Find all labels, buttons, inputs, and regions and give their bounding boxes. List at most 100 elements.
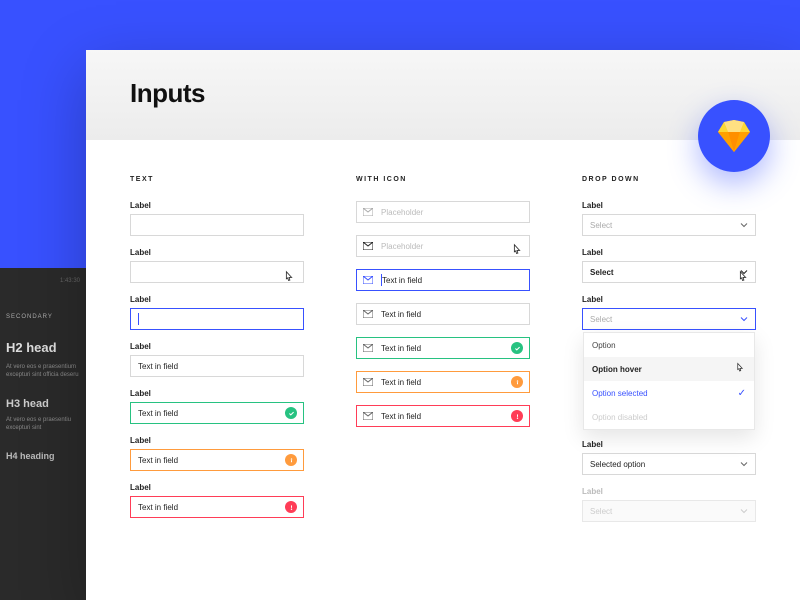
select-value: Select: [590, 315, 612, 324]
dropdown-option-selected[interactable]: Option selected ✓: [584, 381, 754, 405]
icon-field-focus: Text in field: [356, 269, 530, 291]
field-label: Label: [582, 440, 756, 449]
mail-icon: [363, 378, 373, 386]
h2-heading: H2 head: [6, 340, 80, 355]
icon-field-filled: Text in field: [356, 303, 530, 325]
icon-field-warning: Text in field: [356, 371, 530, 393]
text-field-success: Label Text in field: [130, 389, 304, 424]
text-input[interactable]: Text in field: [130, 402, 304, 424]
text-input[interactable]: [130, 261, 304, 283]
input-value: Text in field: [138, 456, 178, 465]
select-value: Selected option: [590, 460, 645, 469]
input-value: Text in field: [381, 378, 421, 387]
timestamp: 1:43:30: [6, 278, 80, 284]
field-label: Label: [130, 483, 304, 492]
field-label: Label: [582, 201, 756, 210]
mail-icon: [363, 344, 373, 352]
sketch-diamond-icon: [716, 120, 752, 152]
icon-field-error: Text in field: [356, 405, 530, 427]
icon-input[interactable]: Text in field: [356, 405, 530, 427]
column-title-with-icon: WITH ICON: [356, 176, 530, 183]
input-placeholder: Placeholder: [381, 208, 423, 217]
icon-field-success: Text in field: [356, 337, 530, 359]
page-title: Inputs: [130, 78, 756, 109]
checkmark-icon: [511, 342, 523, 354]
input-value: Text in field: [138, 503, 178, 512]
text-input[interactable]: [130, 308, 304, 330]
dropdown-option-hover[interactable]: Option hover: [584, 357, 754, 381]
dropdown-field-disabled: Label Select: [582, 487, 756, 522]
select-input[interactable]: Select: [582, 214, 756, 236]
alert-icon: [285, 501, 297, 513]
text-field-focus: Label: [130, 295, 304, 330]
text-field-warning: Label Text in field: [130, 436, 304, 471]
select-input[interactable]: Select: [582, 261, 756, 283]
icon-field-hover: Placeholder: [356, 235, 530, 257]
dropdown-menu: Option Option hover Option selected ✓ Op…: [583, 332, 755, 430]
icon-input[interactable]: Text in field: [356, 269, 530, 291]
body-text-1: At vero eos e praesentium excepturi sint…: [6, 363, 80, 380]
text-caret: [138, 313, 139, 325]
select-value: Select: [590, 507, 612, 516]
input-value: Text in field: [138, 362, 178, 371]
background-typography-panel: 1:43:30 SECONDARY H2 head At vero eos e …: [0, 268, 86, 600]
column-with-icon: WITH ICON Placeholder Placeholder: [356, 176, 530, 534]
input-value: Text in field: [138, 409, 178, 418]
icon-input[interactable]: Placeholder: [356, 201, 530, 223]
column-dropdown: DROP DOWN Label Select Label Select: [582, 176, 756, 534]
cursor-pointer-icon: [734, 362, 746, 376]
body-text-2: At vero eos e praesentiu excepturi sint: [6, 416, 80, 433]
icon-input[interactable]: Text in field: [356, 371, 530, 393]
checkmark-icon: ✓: [738, 388, 746, 399]
mail-icon: [363, 242, 373, 250]
dropdown-field-open: Label Select Option Option hover: [582, 295, 756, 330]
column-text: TEXT Label Label Label Label Text in fie…: [130, 176, 304, 534]
panel-content: TEXT Label Label Label Label Text in fie…: [86, 140, 800, 554]
select-value: Select: [590, 221, 612, 230]
text-input[interactable]: [130, 214, 304, 236]
field-label: Label: [130, 248, 304, 257]
input-value: Text in field: [381, 344, 421, 353]
inputs-panel: Inputs TEXT Label Label Label Label: [86, 50, 800, 600]
select-input[interactable]: Selected option: [582, 453, 756, 475]
chevron-down-icon: [740, 509, 748, 514]
select-value: Select: [590, 268, 614, 277]
text-input[interactable]: Text in field: [130, 449, 304, 471]
text-field-filled: Label Text in field: [130, 342, 304, 377]
text-field-error: Label Text in field: [130, 483, 304, 518]
icon-field-placeholder: Placeholder: [356, 201, 530, 223]
dropdown-field-default: Label Select: [582, 201, 756, 236]
dropdown-field-hover: Label Select: [582, 248, 756, 283]
mail-icon: [363, 276, 373, 284]
text-input[interactable]: Text in field: [130, 496, 304, 518]
text-field-hover: Label: [130, 248, 304, 283]
info-icon: [511, 376, 523, 388]
column-title-text: TEXT: [130, 176, 304, 183]
icon-input[interactable]: Text in field: [356, 337, 530, 359]
field-label: Label: [582, 295, 756, 304]
text-field-default: Label: [130, 201, 304, 236]
field-label: Label: [582, 248, 756, 257]
field-label: Label: [130, 295, 304, 304]
dropdown-field-filled: Label Selected option: [582, 440, 756, 475]
text-input[interactable]: Text in field: [130, 355, 304, 377]
input-value: Text in field: [382, 276, 422, 285]
field-label: Label: [130, 389, 304, 398]
alert-icon: [511, 410, 523, 422]
input-value: Text in field: [381, 310, 421, 319]
chevron-down-icon: [740, 223, 748, 228]
h4-heading: H4 heading: [6, 451, 80, 461]
icon-input[interactable]: Placeholder: [356, 235, 530, 257]
checkmark-icon: [285, 407, 297, 419]
secondary-label: SECONDARY: [6, 314, 80, 320]
dropdown-option[interactable]: Option: [584, 333, 754, 357]
info-icon: [285, 454, 297, 466]
mail-icon: [363, 208, 373, 216]
select-input[interactable]: Select Option Option hover Option select…: [582, 308, 756, 330]
chevron-down-icon: [740, 462, 748, 467]
dropdown-option-disabled: Option disabled: [584, 405, 754, 429]
select-input: Select: [582, 500, 756, 522]
field-label: Label: [582, 487, 756, 496]
icon-input[interactable]: Text in field: [356, 303, 530, 325]
sketch-badge[interactable]: [698, 100, 770, 172]
